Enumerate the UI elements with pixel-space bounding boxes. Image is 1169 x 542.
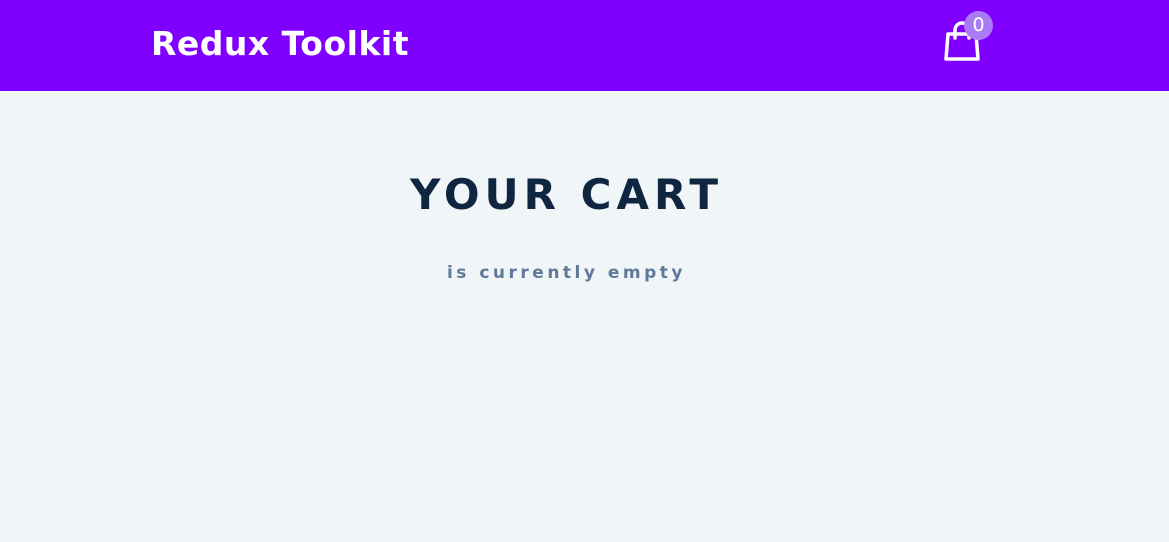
cart-empty-message: is currently empty [446,263,687,283]
cart-title: YOUR CART [409,170,724,219]
brand-title[interactable]: Redux Toolkit [151,24,409,64]
navbar: Redux Toolkit 0 [0,0,1169,91]
cart-count-badge: 0 [964,11,993,40]
cart-button[interactable]: 0 [940,10,996,66]
